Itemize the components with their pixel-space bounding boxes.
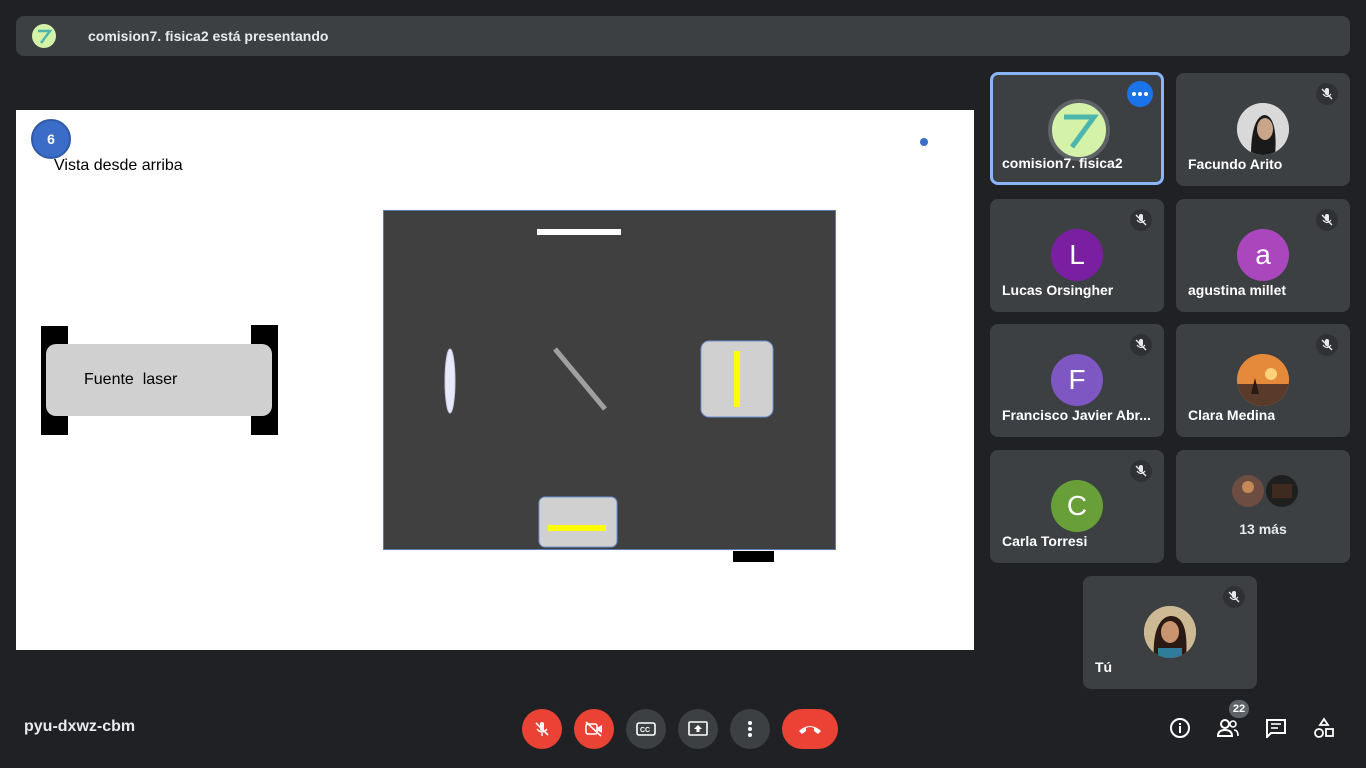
participant-tile[interactable]: comision7. fisica2 — [990, 72, 1164, 185]
more-options-button[interactable] — [730, 709, 770, 749]
participant-name: Facundo Arito — [1188, 156, 1283, 172]
slide-subtitle: Vista desde arriba — [54, 157, 183, 174]
chat-button[interactable] — [1262, 714, 1290, 742]
participant-name: Clara Medina — [1188, 407, 1276, 423]
laser-label: Fuente laser — [84, 371, 178, 388]
participant-name: Carla Torresi — [1002, 533, 1088, 549]
meeting-details-button[interactable] — [1166, 714, 1194, 742]
optical-elements — [444, 229, 774, 548]
captions-button[interactable]: CC — [626, 709, 666, 749]
mic-off-icon — [1316, 334, 1338, 356]
mic-off-icon — [535, 722, 549, 736]
presenter-avatar — [32, 24, 56, 48]
present-screen-icon — [688, 721, 708, 736]
participant-avatar: C — [1051, 480, 1103, 532]
participant-name: Francisco Javier Abr... — [1002, 407, 1151, 423]
participant-avatar — [1048, 99, 1110, 161]
self-tile[interactable]: Tú — [1083, 576, 1257, 689]
participant-tile[interactable]: a agustina millet — [1176, 199, 1350, 312]
participant-avatar: a — [1237, 229, 1289, 281]
people-icon — [1216, 719, 1239, 737]
people-count-badge: 22 — [1229, 700, 1249, 718]
slide-number: 6 — [31, 119, 71, 159]
stage-block — [733, 551, 774, 562]
detector-bottom — [538, 496, 618, 548]
shapes-icon — [1314, 717, 1334, 738]
participant-avatar — [1237, 354, 1289, 406]
participant-tile[interactable]: F Francisco Javier Abr... — [990, 324, 1164, 437]
participant-name: agustina millet — [1188, 282, 1287, 298]
mic-off-icon — [1130, 334, 1152, 356]
present-button[interactable] — [678, 709, 718, 749]
hang-up-icon — [799, 726, 821, 734]
more-avatars — [1231, 474, 1299, 508]
more-participants-tile[interactable]: 13 más — [1176, 450, 1350, 563]
detector-bottom-screen — [548, 525, 606, 531]
participant-name: Lucas Orsingher — [1002, 282, 1114, 298]
participant-tile[interactable]: C Carla Torresi — [990, 450, 1164, 563]
info-icon — [1170, 718, 1190, 738]
svg-text:CC: CC — [640, 727, 650, 734]
more-vert-icon — [748, 721, 752, 737]
mirror-top — [537, 229, 621, 235]
beam-splitter — [553, 347, 607, 411]
closed-captions-icon: CC — [636, 722, 656, 736]
mic-off-icon — [1316, 83, 1338, 105]
presenting-banner: comision7. fisica2 está presentando — [16, 16, 1350, 56]
more-options-icon[interactable] — [1127, 81, 1153, 107]
participant-avatar: F — [1051, 354, 1103, 406]
mic-off-icon — [1316, 209, 1338, 231]
participant-avatar: L — [1051, 229, 1103, 281]
self-name: Tú — [1095, 659, 1113, 675]
mic-off-icon — [1223, 586, 1245, 608]
shared-slide: 6 Vista desde arriba Fuente laser — [16, 110, 974, 650]
leave-call-button[interactable] — [782, 709, 838, 749]
more-participants-label: 13 más — [1239, 521, 1287, 537]
lens — [444, 348, 456, 414]
camera-toggle-button[interactable] — [574, 709, 614, 749]
presenter-text: comision7. fisica2 está presentando — [88, 28, 329, 44]
chat-icon — [1266, 719, 1286, 738]
participant-tile[interactable]: Clara Medina — [1176, 324, 1350, 437]
detector-right-screen — [734, 351, 740, 407]
participant-tile[interactable]: L Lucas Orsingher — [990, 199, 1164, 312]
slide-dot — [920, 138, 928, 146]
mic-toggle-button[interactable] — [522, 709, 562, 749]
people-button[interactable] — [1214, 714, 1242, 742]
mic-off-icon — [1130, 209, 1152, 231]
activities-button[interactable] — [1310, 714, 1338, 742]
mic-off-icon — [1130, 460, 1152, 482]
participant-tile[interactable]: Facundo Arito — [1176, 73, 1350, 186]
participant-name: comision7. fisica2 — [1002, 155, 1123, 171]
camera-off-icon — [585, 721, 602, 737]
optical-table — [383, 210, 836, 550]
meeting-code: pyu-dxwz-cbm — [24, 718, 136, 735]
self-avatar — [1144, 606, 1196, 658]
participant-avatar — [1237, 103, 1289, 155]
